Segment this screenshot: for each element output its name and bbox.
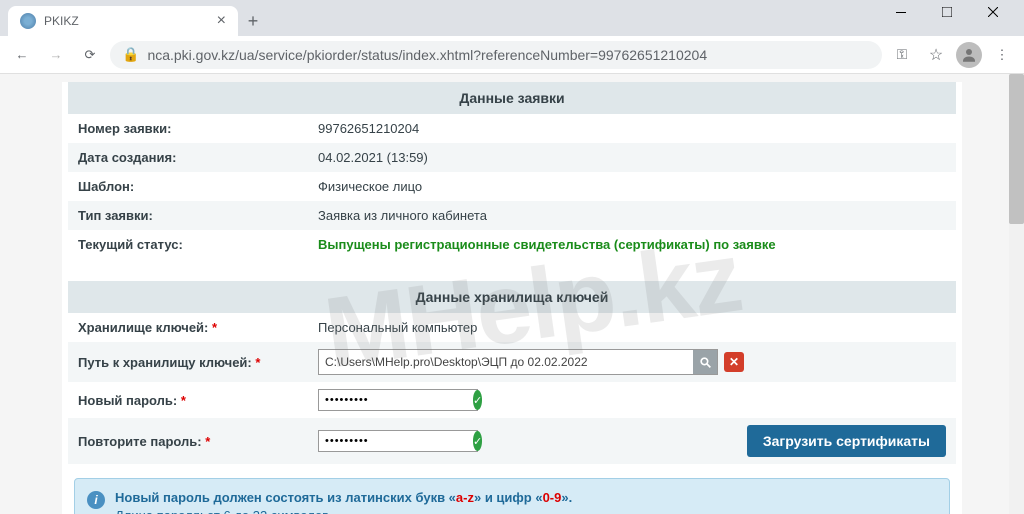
label: Шаблон: xyxy=(78,179,318,194)
lock-icon: 🔒 xyxy=(122,46,139,63)
value: Заявка из личного кабинета xyxy=(318,208,946,223)
label: Новый пароль: * xyxy=(78,393,318,408)
row-keystore: Хранилище ключей: * Персональный компьют… xyxy=(68,313,956,342)
browser-tab[interactable]: PKIKZ × xyxy=(8,6,238,36)
scrollbar-thumb[interactable] xyxy=(1009,74,1024,224)
favicon xyxy=(20,13,36,29)
value: Персональный компьютер xyxy=(318,320,946,335)
reload-button[interactable]: ⟳ xyxy=(76,41,104,69)
profile-avatar[interactable] xyxy=(956,42,982,68)
value: Физическое лицо xyxy=(318,179,946,194)
minimize-button[interactable] xyxy=(878,0,924,28)
valid-check-icon: ✓ xyxy=(473,431,482,451)
row-template: Шаблон:Физическое лицо xyxy=(68,172,956,201)
info-icon: i xyxy=(87,491,105,509)
value-status: Выпущены регистрационные свидетельства (… xyxy=(318,237,946,252)
password-hint-box: i Новый пароль должен состоять из латинс… xyxy=(74,478,950,514)
label: Путь к хранилищу ключей: * xyxy=(78,355,318,370)
forward-button[interactable]: → xyxy=(42,41,70,69)
label: Номер заявки: xyxy=(78,121,318,136)
label: Тип заявки: xyxy=(78,208,318,223)
row-new-password: Новый пароль: * ✓ xyxy=(68,382,956,418)
address-bar: ← → ⟳ 🔒 nca.pki.gov.kz/ua/service/pkiord… xyxy=(0,36,1024,74)
repeat-password-input[interactable] xyxy=(319,431,473,451)
row-repeat-password: Повторите пароль: * ✓ Загрузить сертифик… xyxy=(68,418,956,464)
label: Повторите пароль: * xyxy=(78,434,318,449)
label: Текущий статус: xyxy=(78,237,318,252)
label: Хранилище ключей: * xyxy=(78,320,318,335)
window-controls xyxy=(878,0,1024,30)
new-password-input[interactable] xyxy=(319,390,473,410)
row-request-type: Тип заявки:Заявка из личного кабинета xyxy=(68,201,956,230)
close-window-button[interactable] xyxy=(970,0,1016,28)
request-rows: Номер заявки:99762651210204 Дата создани… xyxy=(68,114,956,259)
row-path: Путь к хранилищу ключей: * ✕ xyxy=(68,342,956,382)
password-box: ✓ xyxy=(318,430,478,452)
url-text: nca.pki.gov.kz/ua/service/pkiorder/statu… xyxy=(147,47,707,63)
hint-text: Новый пароль должен состоять из латински… xyxy=(115,489,572,514)
page-content: Данные заявки Номер заявки:9976265121020… xyxy=(62,82,962,514)
menu-icon[interactable]: ⋮ xyxy=(988,41,1016,69)
password-box: ✓ xyxy=(318,389,478,411)
path-input[interactable] xyxy=(319,351,693,373)
tab-bar: PKIKZ × + xyxy=(0,0,1024,36)
bookmark-star-icon[interactable]: ☆ xyxy=(922,41,950,69)
keystore-rows: Хранилище ключей: * Персональный компьют… xyxy=(68,313,956,464)
value: 04.02.2021 (13:59) xyxy=(318,150,946,165)
row-creation-date: Дата создания:04.02.2021 (13:59) xyxy=(68,143,956,172)
close-tab-icon[interactable]: × xyxy=(217,12,226,30)
label: Дата создания: xyxy=(78,150,318,165)
new-tab-button[interactable]: + xyxy=(238,6,268,36)
row-request-number: Номер заявки:99762651210204 xyxy=(68,114,956,143)
url-field[interactable]: 🔒 nca.pki.gov.kz/ua/service/pkiorder/sta… xyxy=(110,41,882,69)
browse-icon[interactable] xyxy=(693,350,717,374)
path-input-box xyxy=(318,349,718,375)
back-button[interactable]: ← xyxy=(8,41,36,69)
password-key-icon[interactable]: ⚿ xyxy=(888,41,916,69)
page-viewport: Данные заявки Номер заявки:9976265121020… xyxy=(0,74,1024,514)
delete-path-button[interactable]: ✕ xyxy=(724,352,744,372)
section-header-request: Данные заявки xyxy=(68,82,956,114)
section-header-keystore: Данные хранилища ключей xyxy=(68,281,956,313)
load-certificates-button[interactable]: Загрузить сертификаты xyxy=(747,425,946,457)
tab-title: PKIKZ xyxy=(44,14,79,28)
maximize-button[interactable] xyxy=(924,0,970,28)
value: 99762651210204 xyxy=(318,121,946,136)
valid-check-icon: ✓ xyxy=(473,390,482,410)
row-status: Текущий статус:Выпущены регистрационные … xyxy=(68,230,956,259)
